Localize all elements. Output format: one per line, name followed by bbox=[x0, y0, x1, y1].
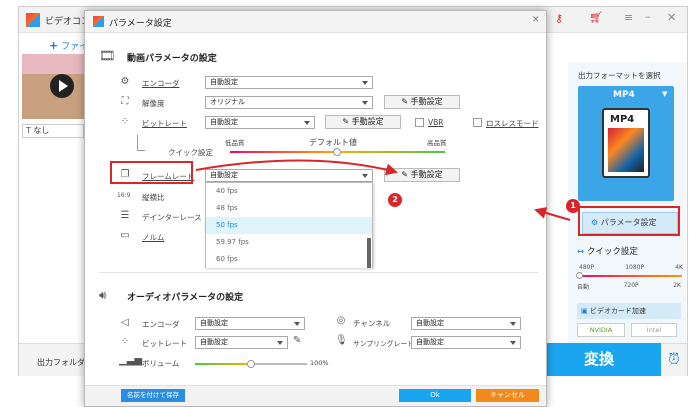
annotation-badge-2-label: 2 bbox=[392, 195, 398, 204]
annotation-badge-2: 2 bbox=[388, 193, 402, 207]
annotation-arrow-to-param bbox=[534, 207, 571, 221]
annotation-badge-1: 1 bbox=[566, 199, 580, 213]
annotation-badge-1-label: 1 bbox=[570, 201, 576, 210]
annotation-arrow-to-manual bbox=[195, 159, 398, 176]
annotation-arrows bbox=[195, 159, 571, 221]
